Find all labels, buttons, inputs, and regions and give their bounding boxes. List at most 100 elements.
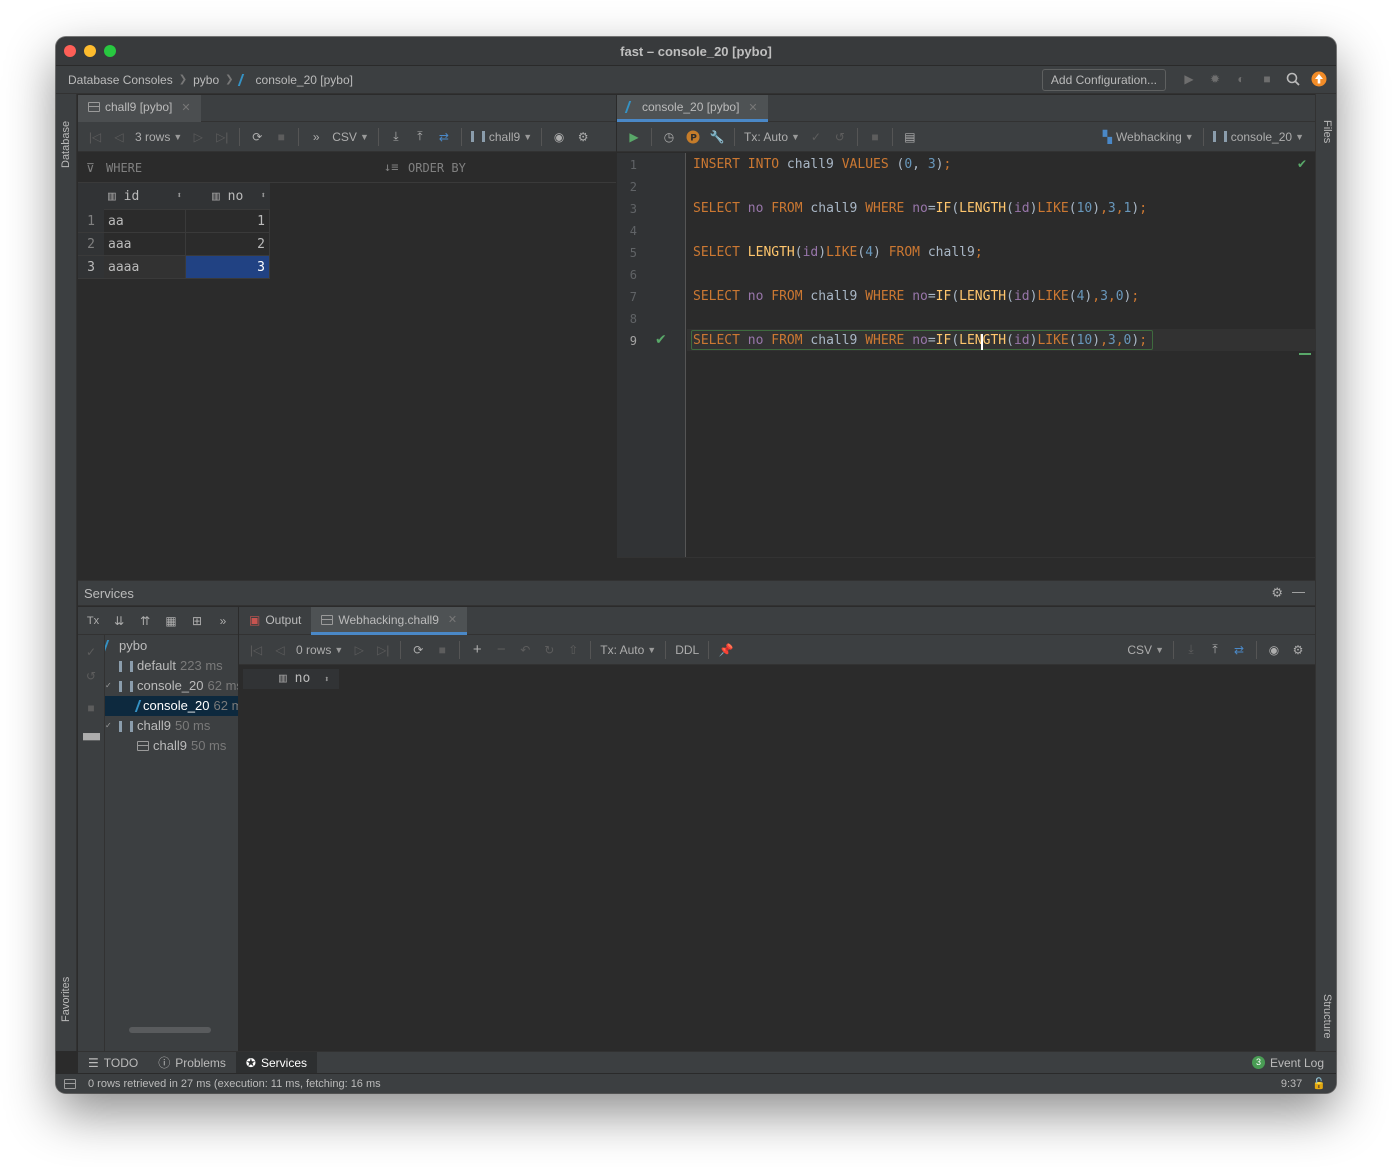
compare-icon[interactable]: ⇄ (1228, 639, 1250, 661)
hide-icon[interactable]: — (1292, 584, 1305, 599)
minimize-window-button[interactable] (84, 45, 96, 57)
table-row[interactable]: 2 aaa 2 (78, 233, 270, 256)
tab-chall9[interactable]: chall9 [pybo] ✕ (78, 95, 201, 122)
add-row-icon[interactable]: + (466, 639, 488, 661)
breadcrumb-console[interactable]: console_20 [pybo] (256, 73, 353, 87)
tree-node-chall9[interactable]: ✓ chall9 50 ms (105, 716, 210, 736)
export-format-dropdown[interactable]: CSV ▼ (329, 126, 372, 148)
ddl-button[interactable]: DDL (672, 639, 702, 661)
commit-icon[interactable]: ✓ (80, 641, 102, 663)
breadcrumb-pybo[interactable]: pybo (193, 73, 219, 87)
coverage-icon[interactable]: ◐ (1232, 70, 1250, 88)
order-by-input[interactable]: ORDER BY (408, 161, 466, 175)
close-tab-icon[interactable]: ✕ (181, 101, 190, 114)
tree-node-console-20[interactable]: ✓ console_20 62 ms (105, 676, 238, 696)
structure-tool-tab[interactable]: Structure (1321, 994, 1333, 1039)
filter-icon[interactable]: ⊽ (86, 161, 95, 175)
settings-icon[interactable]: ⚙ (572, 126, 594, 148)
column-header-no[interactable]: ▥ no ⬍ (186, 183, 270, 210)
files-tool-tab[interactable]: Files (1321, 120, 1333, 143)
update-icon[interactable] (1310, 70, 1328, 88)
commit-icon[interactable]: ✓ (805, 126, 827, 148)
tree-node-chall9-table[interactable]: chall9 50 ms (137, 736, 226, 756)
cancel-icon[interactable]: ■ (431, 639, 453, 661)
revert-icon[interactable]: ↶ (514, 639, 536, 661)
sort-toggle-icon[interactable]: ⬍ (177, 183, 182, 210)
settings-icon[interactable]: ⚙ (1287, 639, 1309, 661)
run-icon[interactable]: ▶ (1180, 70, 1198, 88)
add-configuration-button[interactable]: Add Configuration... (1041, 69, 1166, 91)
close-tab-icon[interactable]: ✕ (748, 101, 757, 114)
last-page-icon[interactable]: ▷| (211, 126, 233, 148)
prev-page-icon[interactable]: ◁ (269, 639, 291, 661)
lock-icon[interactable]: 🔓 (1312, 1077, 1326, 1090)
cell-no[interactable]: 2 (186, 233, 270, 256)
sort-toggle-icon[interactable]: ⬍ (261, 183, 266, 210)
first-page-icon[interactable]: |◁ (245, 639, 267, 661)
more-icon[interactable]: » (305, 126, 327, 148)
transaction-icon[interactable]: Tx (82, 610, 104, 632)
tab-webhacking-chall9[interactable]: Webhacking.chall9 ✕ (311, 607, 468, 635)
cancel-icon[interactable]: ■ (270, 126, 292, 148)
close-window-button[interactable] (64, 45, 76, 57)
sort-toggle-icon[interactable]: ⬍ (324, 675, 329, 685)
layout-icon[interactable]: ▀▀ (80, 729, 103, 751)
zoom-window-button[interactable] (104, 45, 116, 57)
upload-icon[interactable]: ⤒ (1204, 639, 1226, 661)
next-page-icon[interactable]: ▷ (187, 126, 209, 148)
debug-icon[interactable]: ✹ (1206, 70, 1224, 88)
transaction-mode-dropdown[interactable]: Tx: Auto ▼ (597, 639, 659, 661)
table-selector-dropdown[interactable]: chall9 ▼ (468, 126, 535, 148)
cell-id[interactable]: aaaa (104, 256, 186, 279)
more-icon[interactable]: » (212, 610, 234, 632)
settings-icon[interactable]: ⚙ (1271, 585, 1283, 601)
refresh-icon[interactable]: ⟳ (407, 639, 429, 661)
tree-node-pybo[interactable]: pybo (105, 636, 147, 656)
cell-id[interactable]: aa (104, 210, 186, 233)
rows-count-dropdown[interactable]: 3 rows ▼ (132, 126, 185, 148)
cell-no[interactable]: 1 (186, 210, 270, 233)
datasource-dropdown[interactable]: ▚ Webhacking ▼ (1100, 126, 1197, 148)
execute-icon[interactable]: ▶ (623, 126, 645, 148)
group-icon[interactable]: ▦ (160, 610, 182, 632)
toggle-panels-icon[interactable] (64, 1078, 76, 1089)
tab-todo[interactable]: ☰ TODO (78, 1052, 148, 1074)
history-icon[interactable]: ◷ (658, 126, 680, 148)
tree-node-default[interactable]: default 223 ms (119, 656, 223, 676)
export-format-dropdown[interactable]: CSV ▼ (1124, 639, 1167, 661)
stop-icon[interactable]: ■ (1258, 70, 1276, 88)
search-icon[interactable] (1284, 70, 1302, 88)
cell-id[interactable]: aaa (104, 233, 186, 256)
tab-event-log[interactable]: 3 Event Log (1242, 1052, 1336, 1074)
rows-count-dropdown[interactable]: 0 rows ▼ (293, 639, 346, 661)
breadcrumb-database-consoles[interactable]: Database Consoles (68, 73, 173, 87)
collapse-all-icon[interactable]: ⇈ (134, 610, 156, 632)
first-page-icon[interactable]: |◁ (84, 126, 106, 148)
transaction-mode-dropdown[interactable]: Tx: Auto ▼ (741, 126, 803, 148)
tab-console-20[interactable]: console_20 [pybo] ✕ (617, 95, 768, 122)
column-header-id[interactable]: ▥ id ⬍ (104, 183, 186, 210)
close-tab-icon[interactable]: ✕ (448, 613, 457, 626)
tab-services[interactable]: ✪ Services (235, 1051, 317, 1074)
delete-row-icon[interactable]: − (490, 639, 512, 661)
refresh-icon[interactable]: ⟳ (246, 126, 268, 148)
upload-icon[interactable]: ⤒ (409, 126, 431, 148)
status-time[interactable]: 9:37 (1281, 1078, 1302, 1090)
rollback-icon[interactable]: ↺ (829, 126, 851, 148)
download-icon[interactable]: ⤓ (385, 126, 407, 148)
rollback-icon[interactable]: ↺ (80, 665, 102, 687)
cell-no-selected[interactable]: 3 (186, 256, 270, 279)
expand-arrow-icon[interactable]: ✓ (105, 716, 115, 736)
where-filter-input[interactable]: WHERE (106, 161, 142, 175)
table-row[interactable]: 1 aa 1 (78, 210, 270, 233)
tab-problems[interactable]: ⓘ Problems (148, 1052, 236, 1074)
prev-page-icon[interactable]: ◁ (108, 126, 130, 148)
tree-node-console-20-child[interactable]: console_20 62 ms (105, 696, 238, 716)
last-page-icon[interactable]: ▷| (372, 639, 394, 661)
revert-selected-icon[interactable]: ↻ (538, 639, 560, 661)
wrench-icon[interactable]: 🔧 (706, 126, 728, 148)
console-dropdown[interactable]: console_20 ▼ (1210, 126, 1307, 148)
compare-icon[interactable]: ⇄ (433, 126, 455, 148)
sql-editor[interactable]: 1 2 3 4 5 6 7 8 9 ✔ INSERT INTO chall9 V… (617, 153, 1315, 557)
database-tool-tab[interactable]: Database (60, 121, 72, 168)
